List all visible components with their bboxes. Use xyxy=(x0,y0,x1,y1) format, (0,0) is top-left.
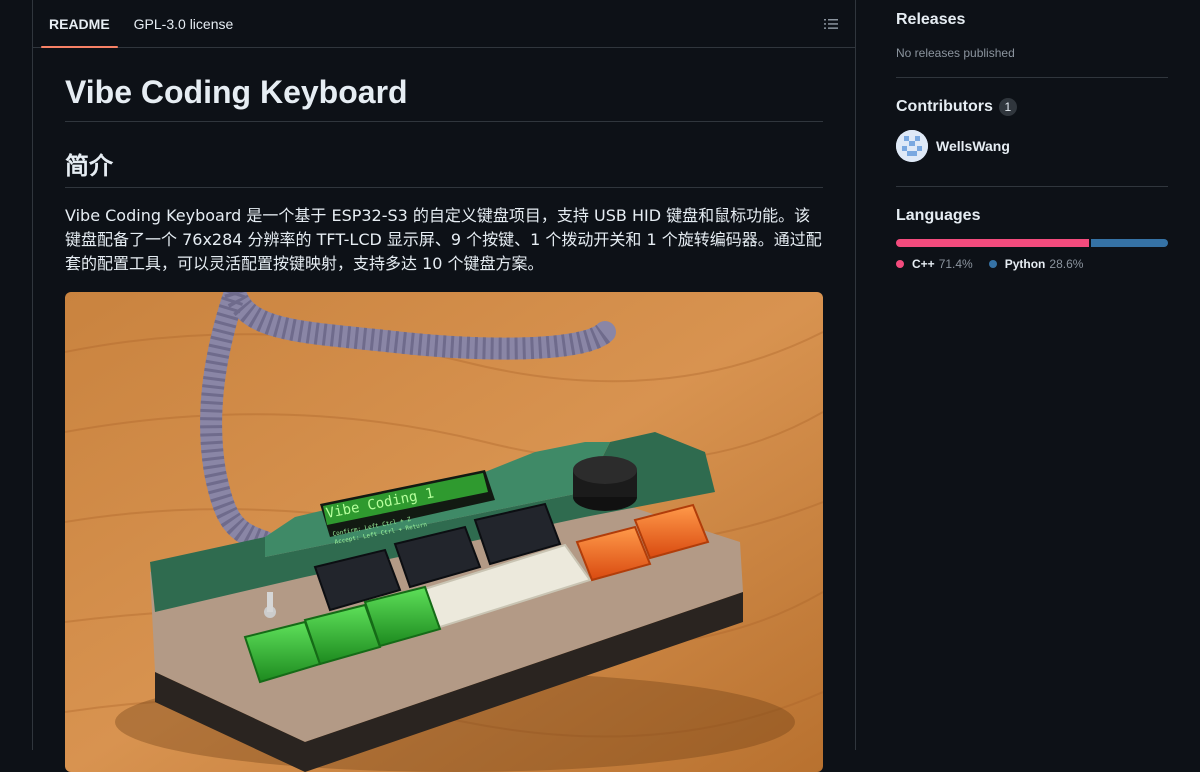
language-bar-segment-cpp xyxy=(896,239,1090,247)
languages-heading: Languages xyxy=(896,207,981,224)
language-name: C++ xyxy=(912,257,935,271)
language-name: Python xyxy=(1004,257,1046,271)
language-percent: 71.4% xyxy=(938,257,973,271)
contributor-name[interactable]: WellsWang xyxy=(936,138,1010,154)
language-dot-icon xyxy=(988,260,997,268)
keyboard-photo-illustration: Vibe Coding 1 Confirm: Left Ctrl + Z Acc… xyxy=(65,292,823,772)
contributors-heading-label: Contributors xyxy=(896,98,993,115)
outline-button[interactable] xyxy=(819,12,843,36)
releases-section: Releases No releases published xyxy=(896,0,1168,78)
languages-bar xyxy=(896,239,1168,247)
list-unordered-icon xyxy=(824,19,838,29)
readme-title: Vibe Coding Keyboard xyxy=(65,74,823,122)
language-percent: 28.6% xyxy=(1049,257,1084,271)
keyboard-photo: Vibe Coding 1 Confirm: Left Ctrl + Z Acc… xyxy=(65,292,823,772)
tab-license[interactable]: GPL-3.0 license xyxy=(126,0,242,47)
identicon-icon xyxy=(896,130,928,162)
section-heading: 简介 xyxy=(65,146,823,188)
tab-license-label: GPL-3.0 license xyxy=(133,15,234,32)
tab-readme-label: README xyxy=(49,15,110,32)
readme-content: Vibe Coding Keyboard 简介 Vibe Coding Keyb… xyxy=(33,74,855,772)
readme-tabbar: README GPL-3.0 license xyxy=(33,0,855,48)
releases-heading[interactable]: Releases xyxy=(896,11,1168,29)
language-dot-icon xyxy=(896,260,904,268)
language-item-cpp[interactable]: C++ 71.4% xyxy=(896,257,973,271)
contributor-item[interactable]: WellsWang xyxy=(896,130,1168,162)
contributors-section: Contributors 1 WellsWang xyxy=(896,78,1168,187)
languages-list: C++ 71.4% Python 28.6% xyxy=(896,257,1168,271)
language-bar-segment-python xyxy=(1091,239,1168,247)
readme-description: Vibe Coding Keyboard 是一个基于 ESP32-S3 的自定义… xyxy=(65,206,822,273)
repo-sidebar: Releases No releases published Contribut… xyxy=(896,0,1168,271)
tab-readme[interactable]: README xyxy=(41,0,118,48)
language-item-python[interactable]: Python 28.6% xyxy=(988,257,1084,271)
contributors-heading[interactable]: Contributors 1 xyxy=(896,98,1168,116)
languages-section: Languages C++ 71.4% Python 28.6% xyxy=(896,187,1168,271)
avatar[interactable] xyxy=(896,130,928,162)
releases-empty-text: No releases published xyxy=(896,46,1015,60)
contributors-count-badge: 1 xyxy=(998,98,1017,116)
readme-panel: README GPL-3.0 license Vibe Coding Keybo… xyxy=(32,0,856,772)
